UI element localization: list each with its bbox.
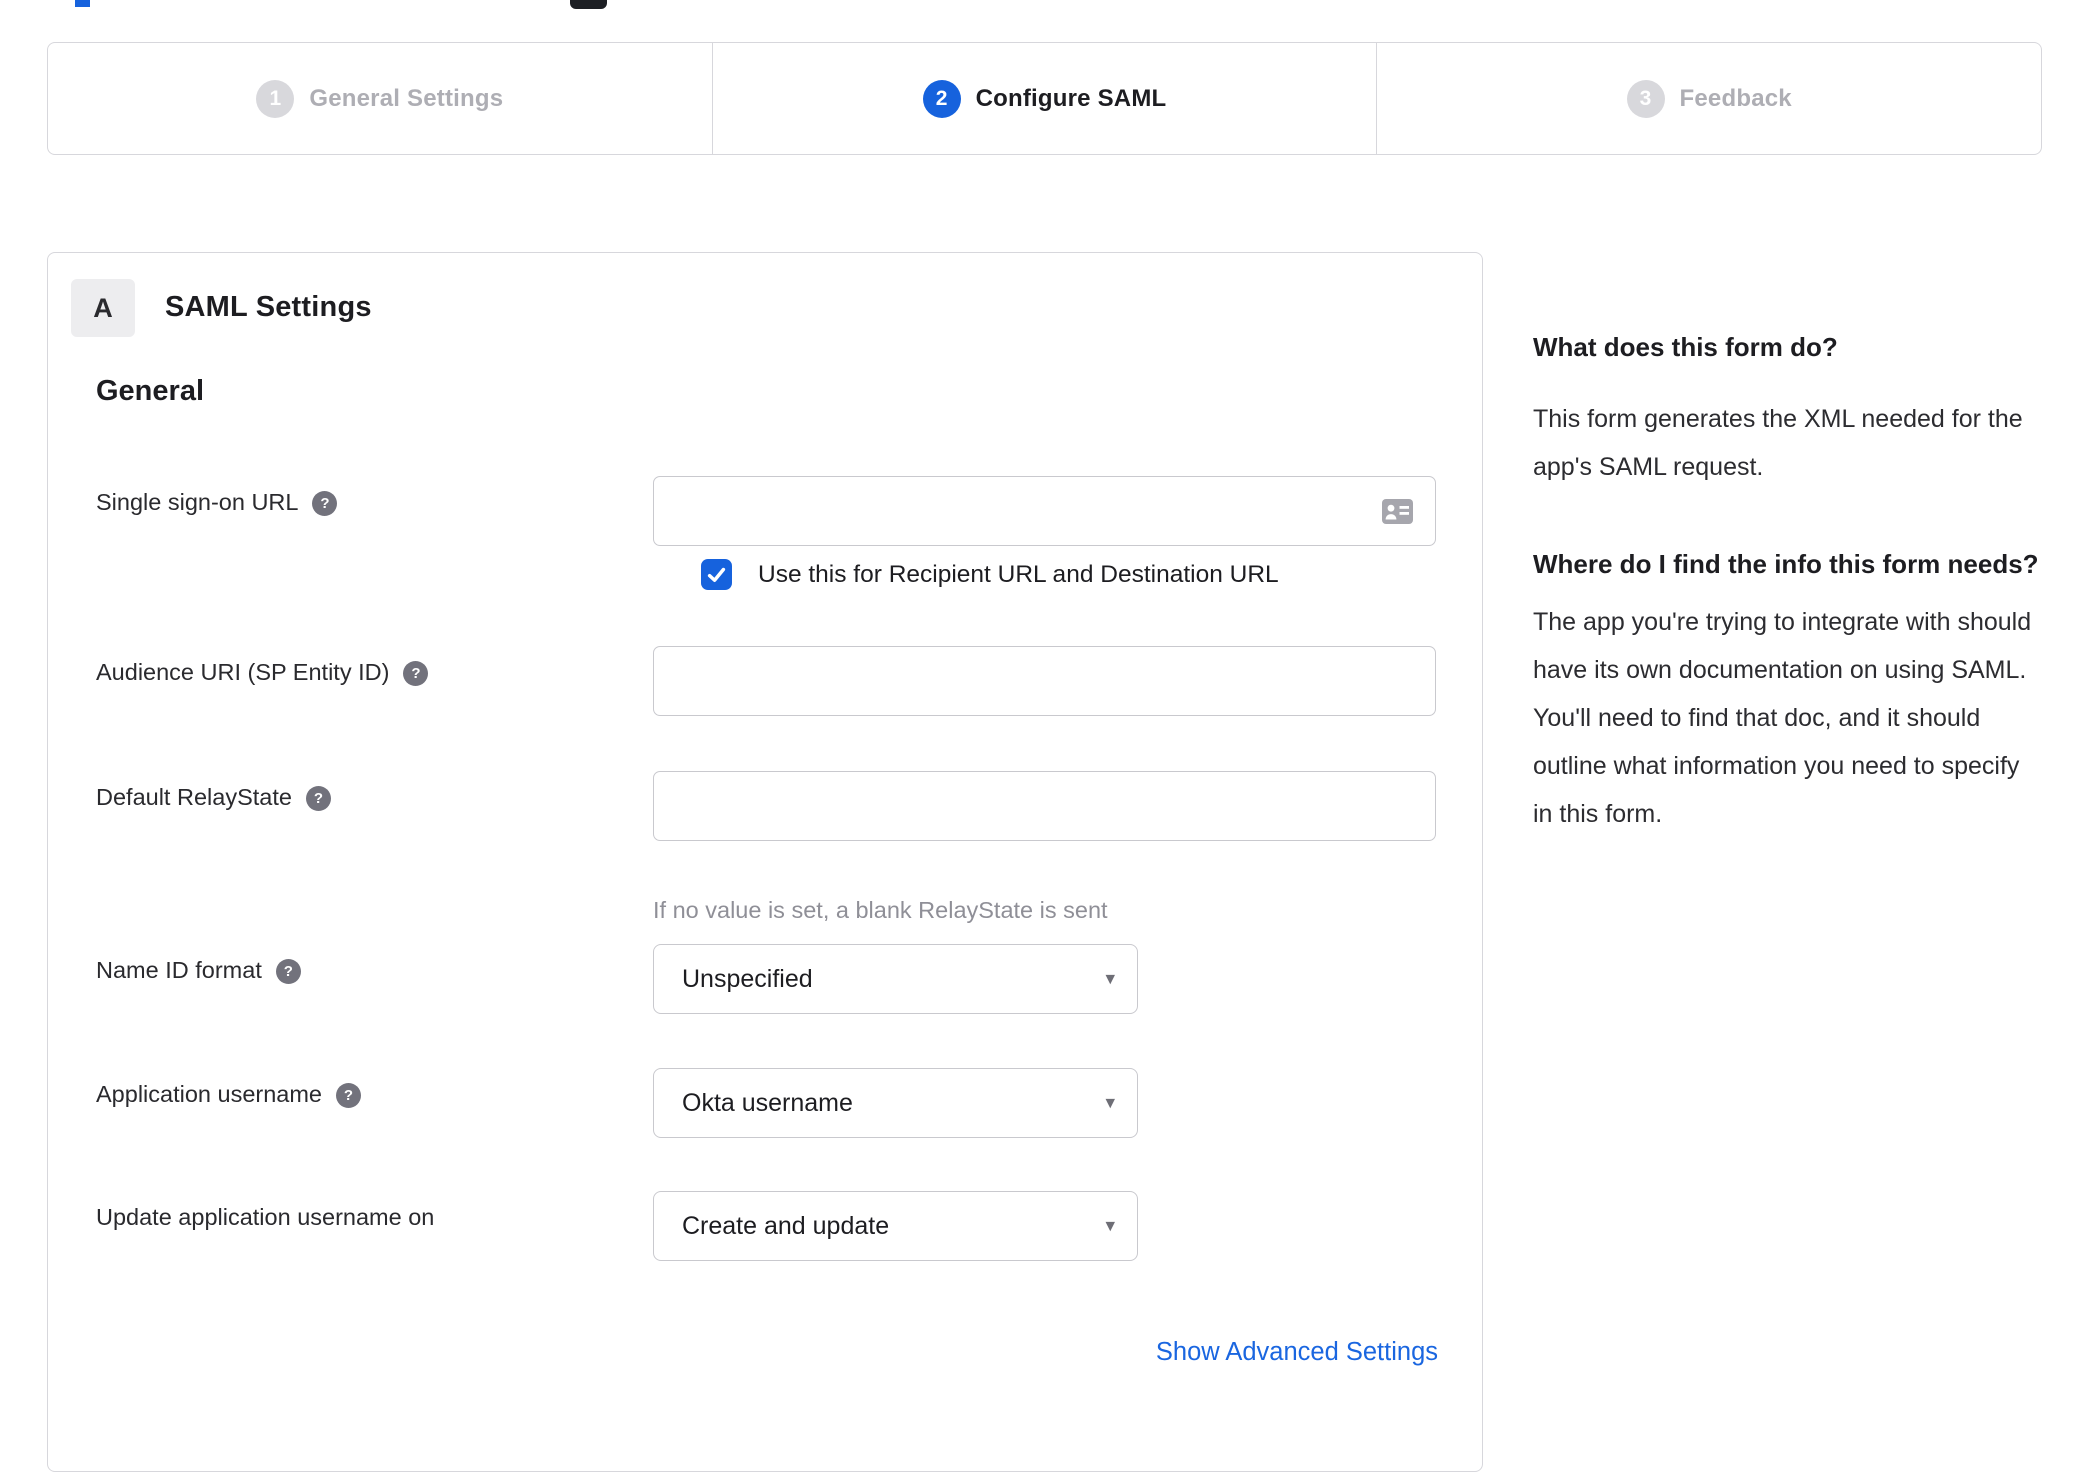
step-feedback[interactable]: 3 Feedback (1376, 43, 2041, 154)
sso-recipient-checkbox[interactable] (701, 559, 732, 590)
top-cutoff-blue-fragment (75, 0, 90, 7)
sso-recipient-checkbox-label: Use this for Recipient URL and Destinati… (758, 560, 1279, 588)
application-username-help-icon[interactable]: ? (336, 1083, 361, 1108)
name-id-format-selected-value: Unspecified (682, 964, 813, 993)
chevron-down-icon: ▾ (1105, 1215, 1115, 1237)
application-username-label: Application username (96, 1081, 322, 1107)
step-1-number-badge: 1 (256, 79, 295, 118)
sidebar-question-1-body: This form generates the XML needed for t… (1533, 405, 2023, 482)
step-general-settings[interactable]: 1 General Settings (48, 43, 712, 154)
step-2-label: Configure SAML (975, 84, 1167, 112)
relay-state-help-icon[interactable]: ? (305, 786, 331, 811)
card-title: SAML Settings (165, 291, 372, 323)
update-app-username-select[interactable]: Create and update ▾ (653, 1191, 1138, 1261)
audience-uri-input-wrap (653, 646, 1436, 716)
application-username-label-group: Application username ? (96, 1068, 653, 1108)
saml-settings-card: A SAML Settings General Single sign-on U… (47, 252, 1483, 1472)
audience-uri-input[interactable] (654, 647, 1435, 715)
sso-url-help-icon[interactable]: ? (312, 491, 338, 516)
relay-state-input[interactable] (654, 772, 1435, 840)
checkmark-icon (707, 567, 726, 582)
audience-uri-label-group: Audience URI (SP Entity ID) ? (96, 646, 653, 686)
help-sidebar: What does this form do? This form genera… (1533, 330, 2045, 838)
relay-state-label-group: Default RelayState ? (96, 771, 653, 811)
name-id-format-label-group: Name ID format ? (96, 944, 653, 984)
section-a-badge: A (71, 279, 135, 337)
sso-url-row: Single sign-on URL ? (96, 476, 1436, 546)
step-2-number-badge: 2 (922, 79, 961, 118)
name-id-format-select[interactable]: Unspecified ▾ (653, 944, 1138, 1014)
relay-state-row: Default RelayState ? (96, 771, 1436, 841)
wizard-stepper: 1 General Settings 2 Configure SAML 3 Fe… (47, 42, 2042, 155)
step-3-number-badge: 3 (1626, 79, 1665, 118)
audience-uri-row: Audience URI (SP Entity ID) ? (96, 646, 1436, 716)
sso-url-label-group: Single sign-on URL ? (96, 476, 653, 516)
relay-state-input-wrap (653, 771, 1436, 841)
sso-recipient-checkbox-row: Use this for Recipient URL and Destinati… (701, 559, 1279, 590)
name-id-format-help-icon[interactable]: ? (275, 959, 301, 984)
general-section-heading: General (96, 375, 204, 407)
chevron-down-icon: ▾ (1105, 968, 1115, 990)
show-advanced-settings-link[interactable]: Show Advanced Settings (653, 1338, 1438, 1367)
sso-url-input[interactable] (654, 477, 1435, 545)
sso-url-label: Single sign-on URL (96, 489, 299, 515)
application-username-selected-value: Okta username (682, 1088, 853, 1117)
sidebar-question-2-body: The app you're trying to integrate with … (1533, 608, 2032, 829)
update-app-username-label: Update application username on (96, 1204, 435, 1230)
audience-uri-label: Audience URI (SP Entity ID) (96, 659, 390, 685)
contact-card-icon[interactable] (1382, 499, 1413, 524)
application-username-row: Application username ? Okta username ▾ (96, 1068, 1436, 1138)
step-3-label: Feedback (1679, 84, 1792, 112)
step-configure-saml[interactable]: 2 Configure SAML (711, 43, 1377, 154)
sidebar-question-1-heading: What does this form do? (1533, 332, 1838, 362)
sidebar-question-2-heading: Where do I find the info this form needs… (1533, 549, 2039, 580)
name-id-format-row: Name ID format ? Unspecified ▾ (96, 944, 1436, 1014)
name-id-format-label: Name ID format (96, 957, 262, 983)
sso-url-input-wrap (653, 476, 1436, 546)
update-app-username-label-group: Update application username on (96, 1191, 653, 1231)
relay-state-hint: If no value is set, a blank RelayState i… (653, 897, 1108, 923)
update-app-username-row: Update application username on Create an… (96, 1191, 1436, 1261)
relay-state-label: Default RelayState (96, 784, 292, 810)
update-app-username-selected-value: Create and update (682, 1211, 890, 1240)
step-1-label: General Settings (309, 84, 504, 112)
top-cutoff-dark-fragment (570, 0, 607, 9)
configure-saml-page: { "colors": { "accent_blue": "#1662dd", … (0, 0, 2092, 1472)
chevron-down-icon: ▾ (1105, 1092, 1115, 1114)
application-username-select[interactable]: Okta username ▾ (653, 1068, 1138, 1138)
audience-uri-help-icon[interactable]: ? (403, 661, 429, 686)
